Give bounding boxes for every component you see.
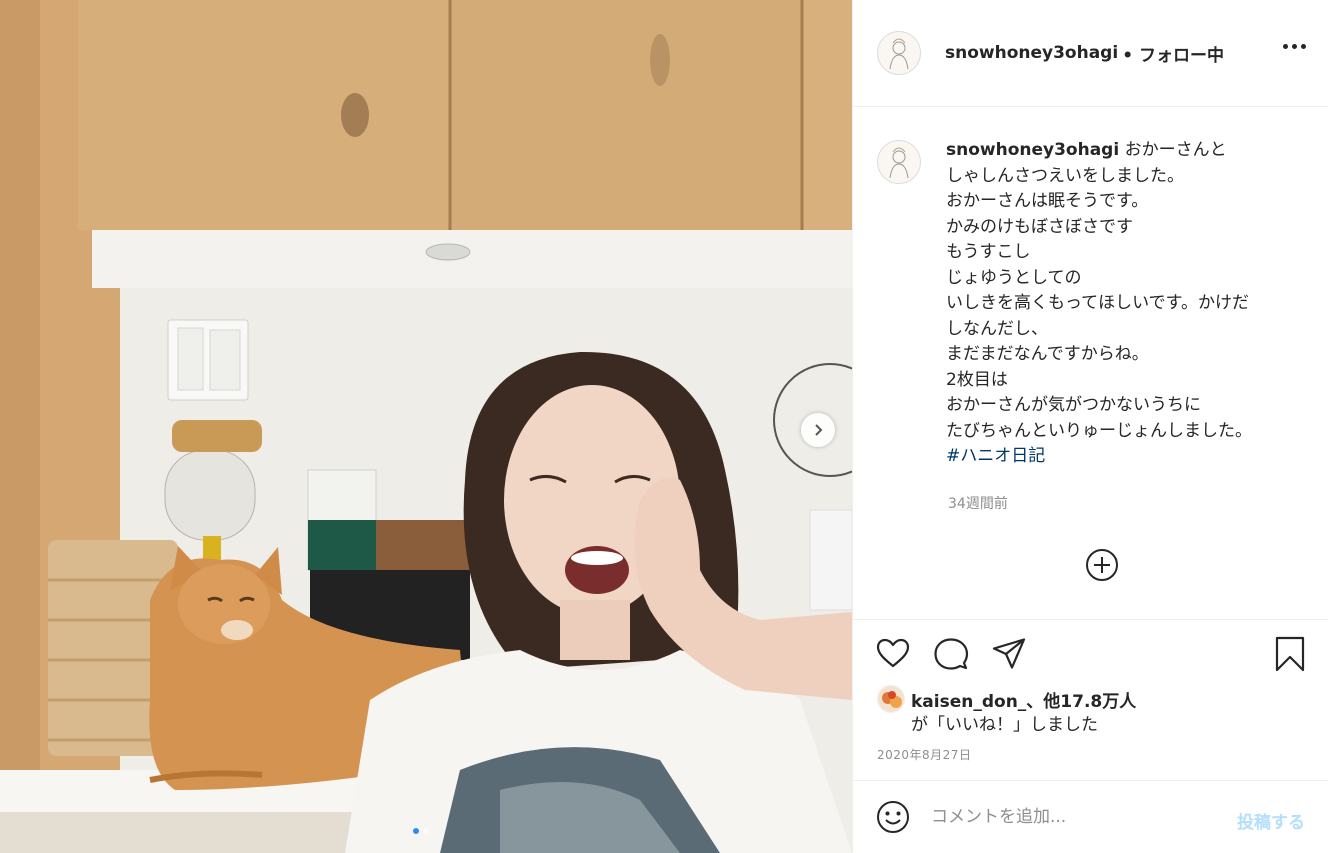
- caption-line: しゃしんさつえいをしました。: [946, 165, 1184, 186]
- follow-status[interactable]: • フォロー中: [1122, 41, 1224, 66]
- post-actions: [875, 636, 1027, 672]
- post-side-panel: snowhoney3ohagi • フォロー中 snowhoney3ohagi …: [852, 0, 1328, 853]
- likes-suffix: が「いいね！」しました: [911, 715, 1098, 735]
- likes-summary: kaisen_don_、他17.8万人: [877, 685, 1136, 713]
- caption-line: おかーさんが気がつかないうちに: [946, 395, 1201, 415]
- comment-bar: 投稿する: [853, 780, 1328, 853]
- comment-icon[interactable]: [933, 636, 969, 672]
- carousel-indicator: [413, 828, 429, 834]
- caption-line: まだまだなんですからね。: [946, 344, 1149, 364]
- post-caption: snowhoney3ohagi おかーさんと しゃしんさつえいをしました。 おか…: [877, 138, 1317, 470]
- plus-circle-icon[interactable]: [1085, 548, 1119, 582]
- share-icon[interactable]: [991, 636, 1027, 672]
- divider: [853, 619, 1328, 620]
- post-photo: [0, 0, 852, 853]
- carousel-next-button[interactable]: [801, 413, 835, 447]
- likes-count[interactable]: kaisen_don_、他17.8万人: [911, 687, 1136, 712]
- bookmark-icon[interactable]: [1272, 636, 1308, 672]
- photo-image: [0, 0, 852, 853]
- post-comment-button[interactable]: 投稿する: [1237, 808, 1305, 833]
- liker-avatar-image: [878, 686, 904, 712]
- caption-line: かみのけもぼさぼさです: [946, 216, 1133, 237]
- caption-avatar[interactable]: [877, 140, 921, 184]
- carousel-dot: [423, 828, 429, 834]
- post-header: snowhoney3ohagi • フォロー中: [853, 0, 1328, 107]
- caption-line: たびちゃんといりゅーじょんしました。: [946, 420, 1252, 441]
- heart-icon[interactable]: [875, 636, 911, 672]
- comment-input[interactable]: [931, 807, 1201, 827]
- chevron-right-icon: [815, 424, 823, 436]
- author-avatar[interactable]: [877, 31, 921, 75]
- avatar-illustration: [889, 38, 909, 70]
- caption-line: じょゆうとしての: [946, 267, 1082, 288]
- more-options-icon[interactable]: [1283, 44, 1306, 49]
- hashtag-link[interactable]: #ハニオ日記: [946, 444, 1306, 470]
- emoji-icon[interactable]: [875, 799, 911, 835]
- caption-line: おかーさんと: [1124, 140, 1227, 160]
- caption-line: しなんだし、: [946, 318, 1048, 339]
- caption-text: snowhoney3ohagi おかーさんと しゃしんさつえいをしました。 おか…: [946, 138, 1306, 470]
- caption-line: いしきを高くもってほしいです。かけだ: [946, 293, 1249, 313]
- liker-avatar[interactable]: [877, 685, 905, 713]
- author-username[interactable]: snowhoney3ohagi: [945, 43, 1118, 63]
- caption-line: おかーさんは眠そうです。: [946, 191, 1149, 211]
- carousel-dot-active: [413, 828, 419, 834]
- caption-line: 2枚目は: [946, 369, 1008, 390]
- post-date[interactable]: 2020年8月27日: [877, 746, 971, 763]
- caption-username[interactable]: snowhoney3ohagi: [946, 140, 1119, 160]
- caption-time-ago[interactable]: 34週間前: [948, 493, 1008, 513]
- caption-line: もうすこし: [946, 242, 1031, 262]
- avatar-illustration: [889, 147, 909, 179]
